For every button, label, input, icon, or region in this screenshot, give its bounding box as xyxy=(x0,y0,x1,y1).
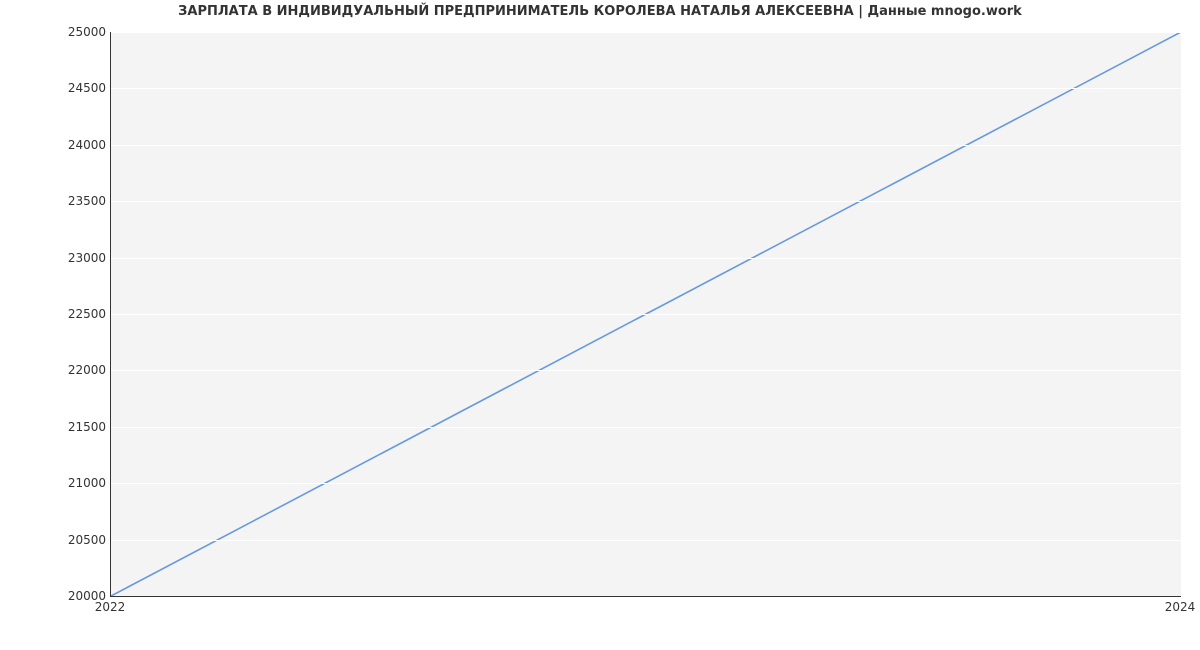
grid-line xyxy=(111,145,1181,146)
y-tick-label: 25000 xyxy=(16,25,106,39)
grid-line xyxy=(111,88,1181,89)
y-tick-label: 24000 xyxy=(16,138,106,152)
x-tick-label: 2024 xyxy=(1165,600,1196,614)
y-tick-label: 23000 xyxy=(16,251,106,265)
y-tick-label: 24500 xyxy=(16,81,106,95)
grid-line xyxy=(111,258,1181,259)
y-tick-label: 21500 xyxy=(16,420,106,434)
y-tick-label: 23500 xyxy=(16,194,106,208)
y-tick-label: 21000 xyxy=(16,476,106,490)
grid-line xyxy=(111,201,1181,202)
y-tick-label: 22000 xyxy=(16,363,106,377)
grid-line xyxy=(111,540,1181,541)
grid-line xyxy=(111,32,1181,33)
grid-line xyxy=(111,596,1181,597)
y-tick-label: 22500 xyxy=(16,307,106,321)
y-tick-label: 20000 xyxy=(16,589,106,603)
x-tick-label: 2022 xyxy=(95,600,126,614)
chart-figure: ЗАРПЛАТА В ИНДИВИДУАЛЬНЫЙ ПРЕДПРИНИМАТЕЛ… xyxy=(0,0,1200,650)
chart-title: ЗАРПЛАТА В ИНДИВИДУАЛЬНЫЙ ПРЕДПРИНИМАТЕЛ… xyxy=(0,4,1200,19)
grid-line xyxy=(111,314,1181,315)
y-tick-label: 20500 xyxy=(16,533,106,547)
grid-line xyxy=(111,427,1181,428)
grid-line xyxy=(111,370,1181,371)
plot-area xyxy=(110,32,1181,597)
grid-line xyxy=(111,483,1181,484)
